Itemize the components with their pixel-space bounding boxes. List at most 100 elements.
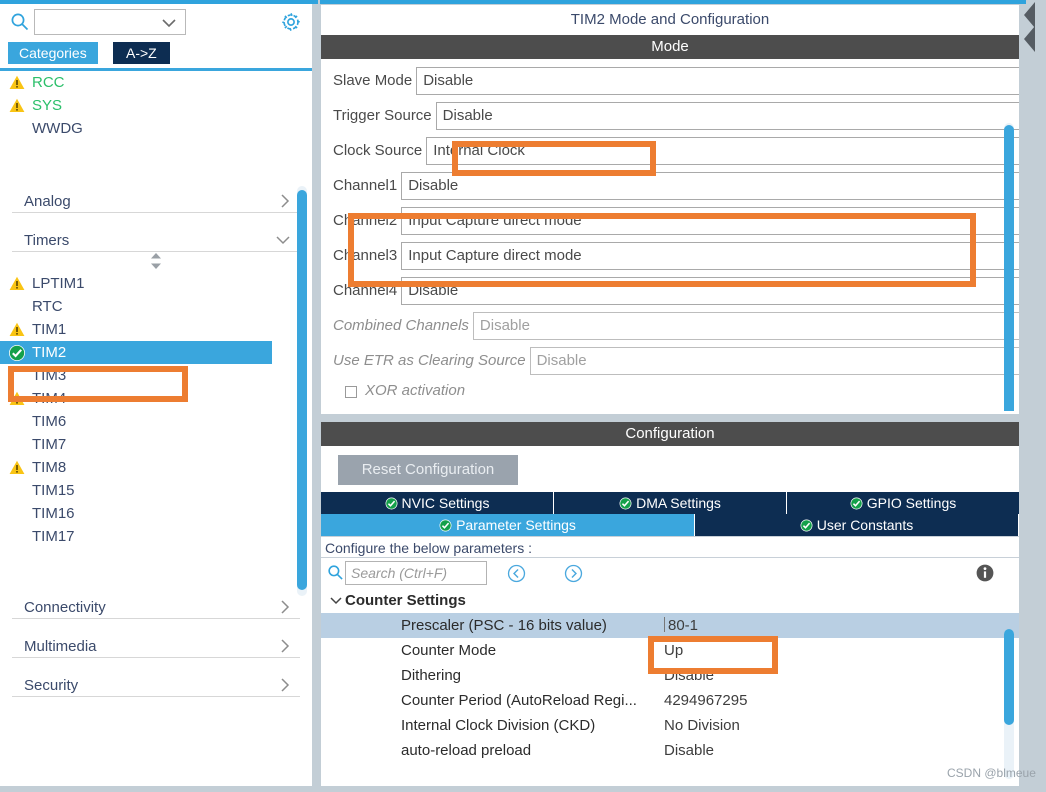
sidebar-item-tim1[interactable]: TIM1 [0, 318, 312, 341]
xor-activation-row: XOR activation [321, 382, 1019, 411]
sidebar-item-rcc[interactable]: RCC [0, 71, 312, 94]
parameter-value[interactable]: Disable [664, 738, 714, 763]
sidebar-category-timers[interactable]: Timers [12, 229, 300, 252]
tab-categories[interactable]: Categories [8, 42, 98, 64]
parameter-value[interactable]: No Division [664, 713, 740, 738]
search-icon[interactable] [10, 12, 30, 32]
chevron-right-icon [281, 639, 290, 653]
group-counter-settings[interactable]: Counter Settings [321, 588, 1019, 613]
sidebar-item-lptim1[interactable]: LPTIM1 [0, 272, 312, 295]
reset-configuration-button[interactable]: Reset Configuration [338, 455, 518, 485]
tab-parameter-settings[interactable]: Parameter Settings [321, 514, 695, 536]
sidebar-item-tim17[interactable]: TIM17 [0, 525, 312, 548]
tab-label: NVIC Settings [401, 495, 490, 511]
check-circle-icon [385, 497, 397, 510]
sidebar-item-tim15[interactable]: TIM15 [0, 479, 312, 502]
sidebar-item-tim7[interactable]: TIM7 [0, 433, 312, 456]
mode-panel: TIM2 Mode and Configuration Mode Slave M… [320, 4, 1020, 415]
sidebar-item-tim8[interactable]: TIM8 [0, 456, 312, 479]
chevron-right-icon [281, 194, 290, 208]
search-icon[interactable] [327, 564, 344, 581]
search-input[interactable] [34, 9, 186, 35]
sidebar-item-tim6[interactable]: TIM6 [0, 410, 312, 433]
sidebar-item-label: TIM4 [32, 390, 67, 407]
check-circle-icon [619, 497, 632, 510]
channel2-dropdown[interactable]: Input Capture direct mode [401, 207, 1019, 235]
warning-icon [9, 276, 25, 290]
sidebar-item-tim3[interactable]: TIM3 [0, 364, 312, 387]
parameter-scrollbar-thumb[interactable] [1004, 629, 1014, 725]
dropdown-value: Input Capture direct mode [408, 212, 582, 229]
stm32cubemx-window: Categories A->Z RCC SYS WWDG Analog Time… [0, 0, 1046, 792]
check-circle-icon [439, 519, 452, 532]
dropdown-value: Input Capture direct mode [408, 247, 582, 264]
sidebar-item-label: TIM6 [32, 413, 67, 430]
sidebar-category-connectivity[interactable]: Connectivity [12, 596, 300, 619]
channel3-dropdown[interactable]: Input Capture direct mode [401, 242, 1019, 270]
parameter-value[interactable]: 4294967295 [664, 688, 747, 713]
parameter-search-input[interactable]: Search (Ctrl+F) [345, 561, 487, 585]
info-icon[interactable] [975, 563, 995, 583]
sidebar-item-label: RCC [32, 74, 65, 91]
table-row[interactable]: Counter Period (AutoReload Regi... 42949… [321, 688, 1019, 713]
sidebar-item-label: SYS [32, 97, 63, 114]
tab-nvic-settings[interactable]: NVIC Settings [321, 492, 554, 514]
channel1-dropdown[interactable]: Disable [401, 172, 1019, 200]
tab-user-constants[interactable]: User Constants [695, 514, 1019, 536]
table-row[interactable]: auto-reload preload Disable [321, 738, 1019, 763]
slave-mode-dropdown[interactable]: Disable [416, 67, 1019, 95]
page-title: TIM2 Mode and Configuration [321, 5, 1019, 35]
dropdown-value: Disable [479, 317, 530, 334]
sidebar-item-label: LPTIM1 [32, 275, 85, 292]
tab-label: Parameter Settings [456, 517, 576, 533]
sort-toggle[interactable] [0, 252, 312, 272]
sidebar-item-tim2[interactable]: TIM2 [0, 341, 272, 364]
tab-dma-settings[interactable]: DMA Settings [554, 492, 787, 514]
dropdown-value: Disable [408, 177, 459, 194]
trigger-source-dropdown[interactable]: Disable [435, 102, 1019, 130]
dropdown-value: Disable [423, 72, 474, 89]
table-row[interactable]: Dithering Disable [321, 663, 1019, 688]
collapse-arrow-top-icon[interactable] [1024, 2, 1035, 28]
warning-icon [9, 98, 25, 112]
sidebar-item-tim16[interactable]: TIM16 [0, 502, 312, 525]
nav-next-icon[interactable] [564, 564, 583, 583]
channel4-dropdown[interactable]: Disable [401, 277, 1019, 305]
warning-icon [9, 322, 25, 336]
collapse-arrow-bottom-icon[interactable] [1024, 26, 1035, 52]
parameter-name: auto-reload preload [401, 742, 532, 759]
nav-prev-icon[interactable] [507, 564, 526, 583]
sidebar-scrollbar-thumb[interactable] [297, 190, 307, 590]
xor-activation-checkbox[interactable] [345, 386, 357, 398]
category-label: Analog [24, 193, 71, 210]
tab-gpio-settings[interactable]: GPIO Settings [787, 492, 1019, 514]
table-row[interactable]: Prescaler (PSC - 16 bits value) 80-1 [321, 613, 1019, 638]
settings-tabbar-row2: Parameter Settings User Constants [321, 514, 1019, 536]
sidebar-item-label: WWDG [32, 120, 83, 137]
gear-icon[interactable] [280, 11, 302, 33]
parameter-value[interactable]: Up [664, 638, 683, 663]
sidebar-item-wwdg[interactable]: WWDG [0, 117, 312, 140]
chevron-down-icon[interactable] [161, 18, 177, 28]
field-channel4: Channel4 Disable [321, 277, 1019, 312]
field-label: Clock Source [333, 142, 423, 159]
chevron-right-icon [281, 600, 290, 614]
sidebar-item-rtc[interactable]: RTC [0, 295, 312, 318]
table-row[interactable]: Counter Mode Up [321, 638, 1019, 663]
tab-label: GPIO Settings [866, 495, 957, 511]
sidebar-category-multimedia[interactable]: Multimedia [12, 635, 300, 658]
sidebar-item-tim4[interactable]: TIM4 [0, 387, 312, 410]
field-slave-mode: Slave Mode Disable [321, 67, 1019, 102]
tab-a-to-z[interactable]: A->Z [113, 42, 170, 64]
mode-scrollbar-thumb[interactable] [1004, 125, 1014, 411]
field-label: Use ETR as Clearing Source [333, 352, 526, 369]
clock-source-dropdown[interactable]: Internal Clock [426, 137, 1019, 165]
sidebar-category-security[interactable]: Security [12, 674, 300, 697]
parameter-value[interactable]: Disable [664, 663, 714, 688]
field-channel3: Channel3 Input Capture direct mode [321, 242, 1019, 277]
table-row[interactable]: Internal Clock Division (CKD) No Divisio… [321, 713, 1019, 738]
sidebar-category-analog[interactable]: Analog [12, 190, 300, 213]
check-circle-icon [800, 519, 813, 532]
sidebar-item-sys[interactable]: SYS [0, 94, 312, 117]
parameter-value[interactable]: 80-1 [664, 613, 698, 638]
